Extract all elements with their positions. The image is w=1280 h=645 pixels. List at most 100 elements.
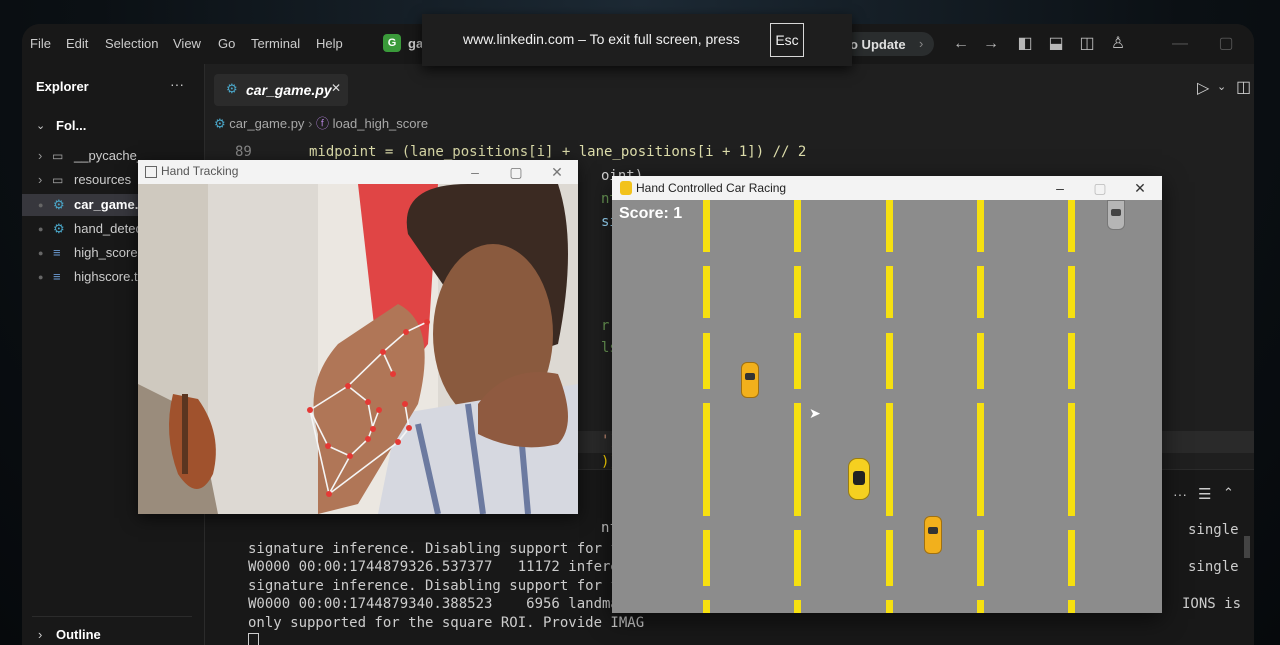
menu-go[interactable]: Go bbox=[218, 36, 235, 51]
workspace-folder[interactable]: ⌄ Fol... bbox=[22, 115, 204, 137]
dot-icon: ● bbox=[38, 248, 44, 258]
menu-help[interactable]: Help bbox=[316, 36, 343, 51]
python-file-icon: ⚙ bbox=[53, 197, 65, 212]
toggle-secondary-sidebar-icon[interactable]: ◫ bbox=[1076, 33, 1098, 55]
lane-dash bbox=[886, 200, 893, 252]
more-actions-icon[interactable]: ··· bbox=[170, 76, 184, 92]
explorer-title: Explorer bbox=[36, 79, 89, 94]
outline-divider bbox=[32, 616, 192, 617]
update-label: o Update bbox=[850, 37, 906, 52]
lane-dash bbox=[977, 600, 984, 613]
mouse-cursor-icon: ➤ bbox=[809, 405, 821, 421]
folder-icon: ▭ bbox=[52, 149, 64, 163]
lane-dash bbox=[794, 403, 801, 516]
terminal-line: signature inference. Disabling support f… bbox=[248, 578, 645, 594]
hand-tracking-window: Hand Tracking – ▢ ✕ bbox=[138, 160, 578, 514]
terminal-fragment: single bbox=[1188, 559, 1239, 575]
fullscreen-banner-text: www.linkedin.com – To exit full screen, … bbox=[463, 31, 740, 47]
terminal-line: W0000 00:00:1744879326.537377 11172 infe… bbox=[248, 559, 645, 575]
code-line[interactable]: midpoint = (lane_positions[i] + lane_pos… bbox=[309, 144, 806, 160]
lane-dash bbox=[1068, 333, 1075, 389]
car-racing-window: Hand Controlled Car Racing – ▢ ✕ Score: … bbox=[612, 176, 1162, 613]
python-file-icon: ⚙ bbox=[214, 116, 226, 131]
lane-dash bbox=[977, 266, 984, 318]
esc-key-badge: Esc bbox=[770, 23, 804, 57]
minimize-icon[interactable]: – bbox=[460, 162, 490, 182]
maximize-icon[interactable]: ▢ bbox=[501, 162, 531, 182]
breadcrumb-symbol[interactable]: load_high_score bbox=[333, 116, 428, 131]
lane-dash bbox=[794, 530, 801, 586]
lane-dash bbox=[794, 266, 801, 318]
maximize-icon[interactable]: ▢ bbox=[1215, 33, 1237, 55]
enemy-car bbox=[1107, 200, 1125, 230]
chevron-right-icon: › bbox=[38, 627, 43, 642]
minimize-icon[interactable]: – bbox=[1045, 178, 1075, 198]
chevron-right-icon: › bbox=[919, 36, 924, 51]
chevron-right-icon: › bbox=[38, 172, 43, 187]
lane-dash bbox=[703, 600, 710, 613]
dot-icon: ● bbox=[38, 224, 44, 234]
sidebar-item-label: resources bbox=[74, 172, 132, 187]
python-file-icon: ⚙ bbox=[226, 81, 238, 96]
project-name[interactable]: ga bbox=[408, 36, 423, 51]
lane-dash bbox=[703, 403, 710, 516]
sidebar-item-label: high_score bbox=[74, 245, 138, 260]
sidebar-item-label: hand_detec bbox=[74, 221, 142, 236]
outline-label: Outline bbox=[56, 627, 101, 642]
settings-sliders-icon[interactable]: ☰ bbox=[1198, 485, 1211, 503]
terminal-line: only supported for the square ROI. Provi… bbox=[248, 615, 645, 631]
breadcrumb-file[interactable]: car_game.py bbox=[229, 116, 304, 131]
game-app-icon bbox=[620, 181, 632, 195]
terminal-fragment: IONS is bbox=[1182, 596, 1242, 612]
window-title: Hand Controlled Car Racing bbox=[636, 181, 787, 195]
menu-file[interactable]: File bbox=[30, 36, 51, 51]
toggle-panel-icon[interactable]: ⬓ bbox=[1045, 33, 1067, 55]
lane-dash bbox=[1068, 403, 1075, 516]
breadcrumb: ⚙ car_game.py › ⓕ load_high_score bbox=[214, 113, 428, 131]
dot-icon: ● bbox=[38, 200, 44, 210]
fullscreen-banner: www.linkedin.com – To exit full screen, … bbox=[422, 14, 852, 66]
toggle-sidebar-icon[interactable]: ◧ bbox=[1014, 33, 1036, 55]
folder-icon: ▭ bbox=[52, 173, 64, 187]
menu-selection[interactable]: Selection bbox=[105, 36, 158, 51]
account-icon[interactable]: ♙ bbox=[1107, 33, 1129, 55]
text-file-icon: ≡ bbox=[53, 269, 61, 284]
update-pill[interactable]: o Update › bbox=[842, 32, 934, 56]
menu-edit[interactable]: Edit bbox=[66, 36, 88, 51]
forward-arrow-icon[interactable]: → bbox=[980, 33, 1002, 55]
back-arrow-icon[interactable]: ← bbox=[950, 33, 972, 55]
score-label: Score: 1 bbox=[619, 205, 683, 222]
close-icon[interactable]: ✕ bbox=[331, 81, 341, 95]
more-actions-icon[interactable]: ··· bbox=[1173, 486, 1187, 502]
maximize-icon[interactable]: ▢ bbox=[1085, 178, 1115, 198]
terminal-cursor bbox=[248, 633, 259, 645]
sidebar-item-label: __pycache_ bbox=[74, 148, 145, 163]
sidebar-item-label: highscore.t bbox=[74, 269, 138, 284]
split-editor-icon[interactable]: ◫ bbox=[1236, 77, 1251, 97]
chevron-up-icon[interactable]: ⌃ bbox=[1223, 485, 1234, 501]
terminal-line: W0000 00:00:1744879340.388523 6956 landm… bbox=[248, 596, 645, 612]
chevron-down-icon[interactable]: ⌄ bbox=[1217, 80, 1226, 93]
run-icon[interactable]: ▷ bbox=[1197, 78, 1209, 98]
camera-scene-svg bbox=[138, 184, 578, 514]
enemy-car bbox=[741, 362, 759, 398]
tab-car-game[interactable]: ⚙ car_game.py ✕ bbox=[214, 74, 348, 106]
text-file-icon: ≡ bbox=[53, 245, 61, 260]
lane-dash bbox=[977, 530, 984, 586]
terminal-scrollbar[interactable] bbox=[1244, 536, 1250, 558]
lane-dash bbox=[1068, 266, 1075, 318]
close-icon[interactable]: ✕ bbox=[542, 162, 572, 182]
close-icon[interactable]: ✕ bbox=[1125, 178, 1155, 198]
menu-terminal[interactable]: Terminal bbox=[251, 36, 300, 51]
window-title: Hand Tracking bbox=[161, 164, 239, 178]
minimize-icon[interactable]: — bbox=[1169, 33, 1191, 55]
terminal-fragment: single bbox=[1188, 522, 1239, 538]
terminal-line: signature inference. Disabling support f… bbox=[248, 541, 645, 557]
lane-dash bbox=[1068, 200, 1075, 252]
enemy-car bbox=[924, 516, 942, 554]
lane-dash bbox=[886, 600, 893, 613]
menu-view[interactable]: View bbox=[173, 36, 201, 51]
lane-dash bbox=[886, 333, 893, 389]
outline-section[interactable]: › Outline bbox=[22, 624, 204, 645]
lane-dash bbox=[977, 333, 984, 389]
